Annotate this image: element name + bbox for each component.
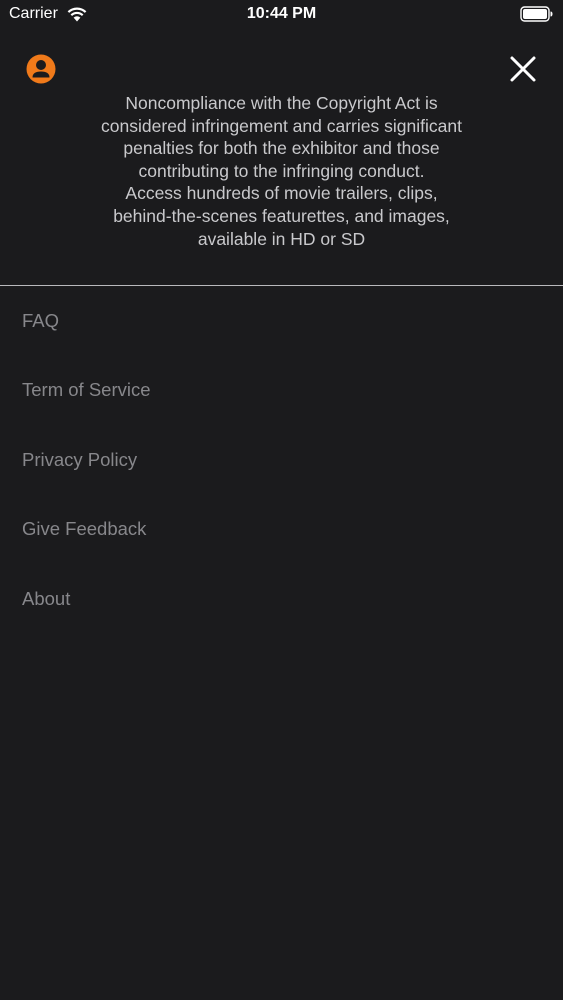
status-time: 10:44 PM	[246, 5, 317, 22]
status-bar: Carrier 10:44 PM	[0, 0, 563, 30]
menu-item-about[interactable]: About	[0, 564, 563, 633]
menu-item-faq[interactable]: FAQ	[0, 286, 563, 355]
close-icon[interactable]	[506, 52, 540, 86]
app-description: Noncompliance with the Copyright Act is …	[101, 93, 462, 249]
user-avatar-icon[interactable]	[26, 54, 56, 84]
menu-item-give-feedback[interactable]: Give Feedback	[0, 494, 563, 563]
menu-item-terms-of-service[interactable]: Term of Service	[0, 355, 563, 424]
battery-icon	[520, 6, 553, 22]
side-menu: FAQ Term of Service Privacy Policy Give …	[0, 286, 563, 633]
menu-item-privacy-policy[interactable]: Privacy Policy	[0, 425, 563, 494]
